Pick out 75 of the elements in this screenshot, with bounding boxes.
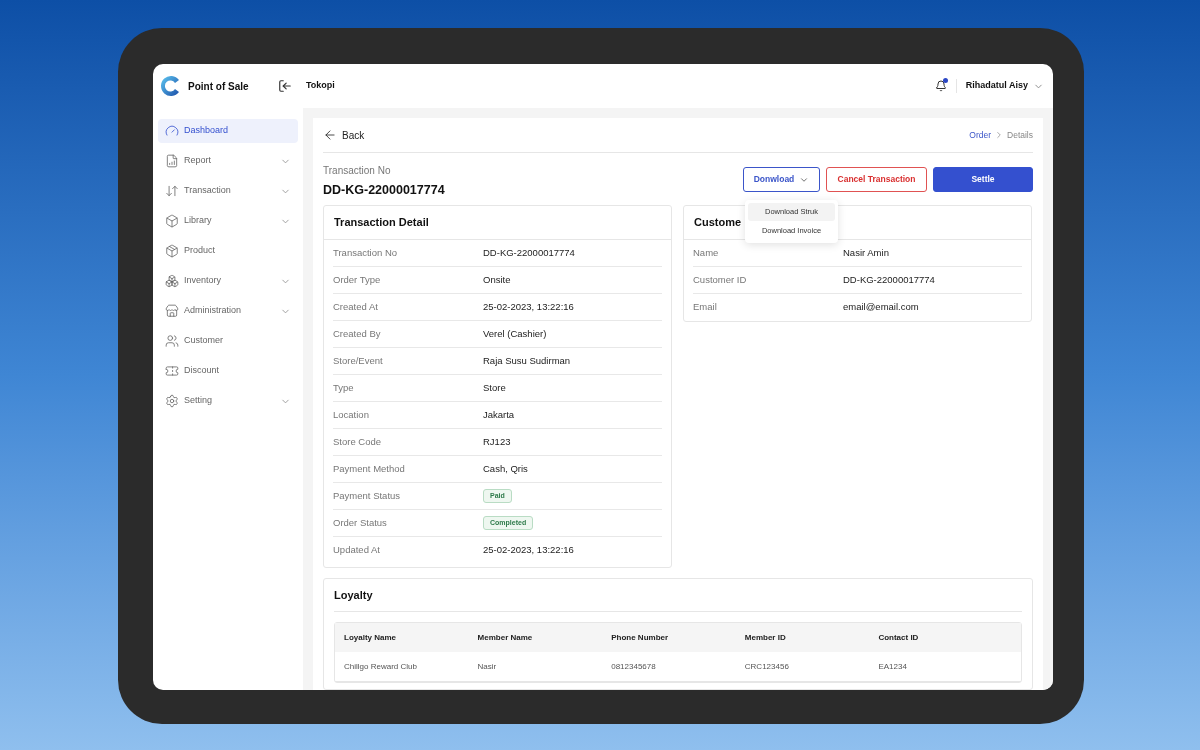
table-cell-text: CRC123456 xyxy=(744,660,790,673)
detail-label: Updated At xyxy=(333,543,381,558)
settle-button[interactable]: Settle xyxy=(933,167,1033,192)
sidebar-item[interactable]: Inventory xyxy=(158,269,298,293)
ticket-icon xyxy=(165,364,179,378)
detail-label: Name xyxy=(693,245,720,260)
column-header: Member Name xyxy=(477,631,534,644)
detail-label: Store Code xyxy=(333,434,383,449)
box-icon xyxy=(165,214,179,228)
card-title: Loyalty xyxy=(334,587,373,603)
detail-label: Created At xyxy=(333,299,379,314)
detail-label: Location xyxy=(333,407,370,422)
sidebar-item[interactable]: Product xyxy=(158,239,298,263)
sidebar-item[interactable]: Report xyxy=(158,149,298,173)
table-cell-text: Nasir xyxy=(477,660,498,673)
detail-label: Created By xyxy=(333,326,382,341)
package-icon xyxy=(165,244,179,258)
breadcrumb-item: Details xyxy=(1007,128,1033,142)
table-cell-text: 0812345678 xyxy=(611,660,657,673)
store-name: Tokopi xyxy=(306,79,335,93)
table-cell-text: Chillgo Reward Club xyxy=(344,660,418,673)
detail-value: DD-KG-22000017774 xyxy=(843,272,935,287)
detail-value: Verel (Cashier) xyxy=(483,326,547,341)
bell-icon[interactable] xyxy=(934,80,947,92)
detail-value: Store xyxy=(483,380,506,395)
detail-label: Payment Status xyxy=(333,488,402,503)
detail-label: Customer ID xyxy=(693,272,748,287)
users-icon xyxy=(165,334,179,348)
column-header: Loyalty Name xyxy=(344,631,398,644)
breadcrumb-separator-icon xyxy=(994,130,1004,140)
cancel-button[interactable]: Cancel Transaction xyxy=(826,167,927,192)
sidebar-item[interactable]: Library xyxy=(158,209,298,233)
sidebar-item[interactable]: Administration xyxy=(158,299,298,323)
table-cell-text: EA1234 xyxy=(878,660,908,673)
arrows-icon xyxy=(165,184,179,198)
detail-value: Raja Susu Sudirman xyxy=(483,353,571,368)
sidebar-item[interactable]: Setting xyxy=(158,389,298,413)
boxes-icon xyxy=(165,274,179,288)
id-label: Transaction No xyxy=(323,164,392,178)
column-header: Contact ID xyxy=(878,631,920,644)
sidebar-item[interactable]: Dashboard xyxy=(158,119,298,143)
detail-value: DD-KG-22000017774 xyxy=(483,245,575,260)
detail-value: Onsite xyxy=(483,272,511,287)
transaction-id: DD-KG-22000017774 xyxy=(323,182,445,199)
card-title: Custome xyxy=(694,215,742,231)
detail-label: Store/Event xyxy=(333,353,384,368)
column-header: Phone Number xyxy=(611,631,670,644)
detail-label: Email xyxy=(693,300,718,315)
detail-label: Transaction No xyxy=(333,245,399,260)
back-button[interactable]: Back xyxy=(323,127,365,143)
detail-label: Order Status xyxy=(333,515,388,530)
sidebar-item[interactable]: Transaction xyxy=(158,179,298,203)
sidebar-item[interactable]: Customer xyxy=(158,329,298,353)
detail-value: 25-02-2023, 13:22:16 xyxy=(483,543,574,558)
download-button[interactable]: Donwload xyxy=(743,167,820,192)
user-menu[interactable]: Rihadatul Aisy xyxy=(965,79,1053,93)
collapse-icon[interactable] xyxy=(278,79,292,93)
detail-label: Type xyxy=(333,380,355,395)
sidebar-item[interactable]: Discount xyxy=(158,359,298,383)
settings-icon xyxy=(165,394,179,408)
detail-value: RJ123 xyxy=(483,434,511,449)
detail-value: Jakarta xyxy=(483,407,515,422)
app-name: Point of Sale xyxy=(188,79,249,94)
column-header: Member ID xyxy=(744,631,787,644)
detail-value: Nasir Amin xyxy=(843,245,889,260)
detail-value: email@email.com xyxy=(843,300,919,315)
report-icon xyxy=(165,154,179,168)
store-icon xyxy=(165,304,179,318)
detail-value: Cash, Qris xyxy=(483,461,528,476)
detail-label: Payment Method xyxy=(333,461,406,476)
card-title: Transaction Detail xyxy=(334,215,429,231)
breadcrumb-item[interactable]: Order xyxy=(969,128,991,142)
detail-value: 25-02-2023, 13:22:16 xyxy=(483,299,574,314)
gauge-icon xyxy=(165,124,179,138)
detail-label: Order Type xyxy=(333,272,382,287)
